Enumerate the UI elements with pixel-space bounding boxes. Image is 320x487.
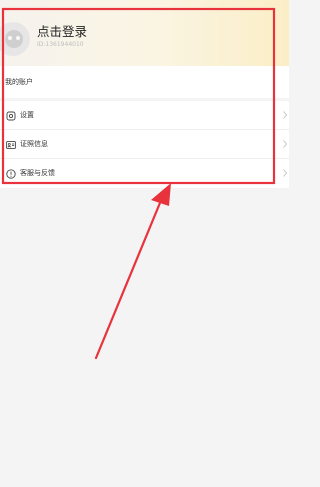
avatar[interactable] <box>0 22 30 56</box>
menu-item-support-feedback[interactable]: 客服与反馈 <box>0 159 289 188</box>
profile-screen: 点击登录 ID:1361944010 我的账户 设置 证照信息 客服与反馈 <box>0 0 289 487</box>
settings-menu: 设置 证照信息 客服与反馈 <box>0 101 289 188</box>
empty-area <box>0 188 289 487</box>
profile-header[interactable]: 点击登录 ID:1361944010 <box>0 0 289 66</box>
user-id: ID:1361944010 <box>37 41 84 48</box>
id-card-icon <box>6 141 16 149</box>
gear-icon <box>6 111 16 121</box>
menu-item-settings-label: 设置 <box>20 111 34 119</box>
avatar-eye-left <box>8 36 12 40</box>
info-icon <box>6 169 16 179</box>
menu-item-settings[interactable]: 设置 <box>0 101 289 130</box>
my-account-title: 我的账户 <box>5 78 33 86</box>
menu-item-support-feedback-label: 客服与反馈 <box>20 169 55 177</box>
chevron-right-icon <box>283 111 287 119</box>
login-link[interactable]: 点击登录 <box>37 24 87 40</box>
avatar-eye-right <box>16 36 20 40</box>
my-account-section[interactable]: 我的账户 <box>0 66 289 98</box>
chevron-right-icon <box>283 140 287 148</box>
chevron-right-icon <box>283 169 287 177</box>
menu-item-license-info[interactable]: 证照信息 <box>0 130 289 159</box>
menu-item-license-info-label: 证照信息 <box>20 140 48 148</box>
